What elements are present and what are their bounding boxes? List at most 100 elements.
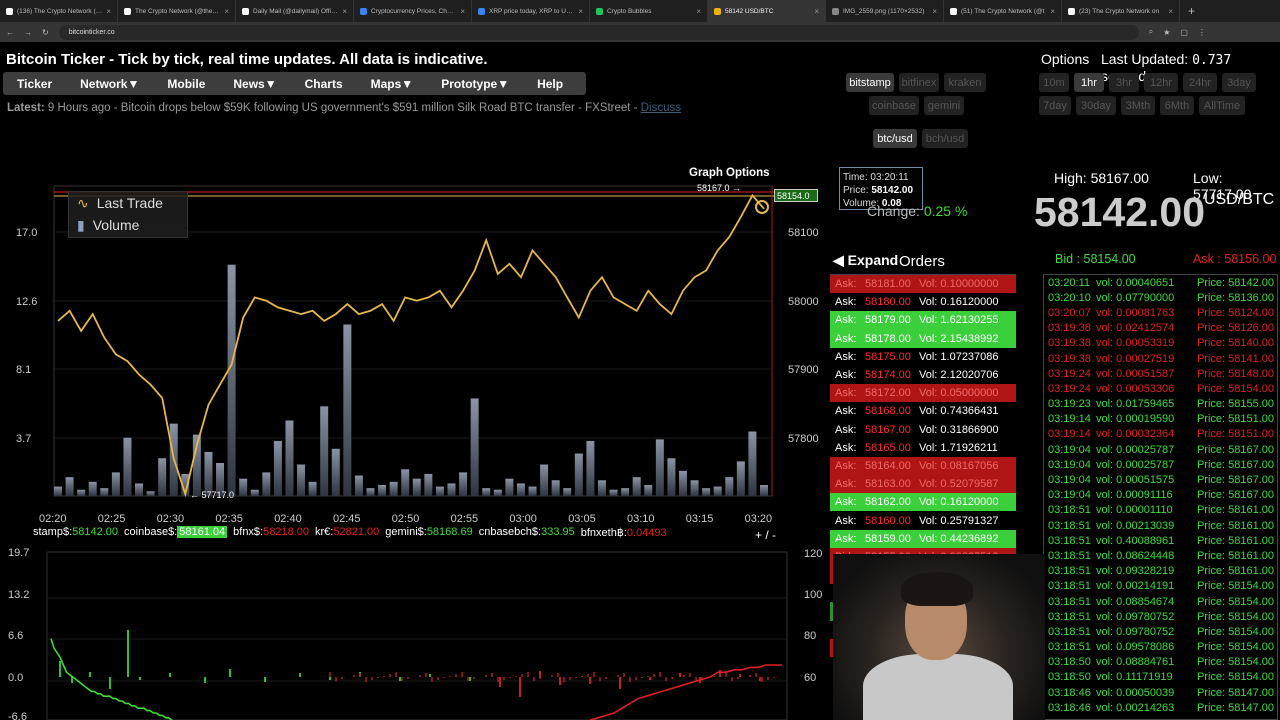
order-row[interactable]: Ask: 58163.00 Vol: 0.52079587 bbox=[830, 475, 1016, 494]
tab-close-icon[interactable]: × bbox=[932, 7, 937, 16]
trade-row[interactable]: 03:19:38 vol: 0.00053319 Price: 58140.00 bbox=[1044, 336, 1277, 351]
trade-row[interactable]: 03:18:50 vol: 0.08884761 Price: 58154.00 bbox=[1044, 655, 1277, 670]
trade-row[interactable]: 03:18:46 vol: 0.00214263 Price: 58147.00 bbox=[1044, 700, 1277, 715]
trade-row[interactable]: 03:19:04 vol: 0.00051575 Price: 58167.00 bbox=[1044, 472, 1277, 487]
browser-tab[interactable]: (51) The Crypto Network (@t × bbox=[944, 0, 1062, 22]
tab-close-icon[interactable]: × bbox=[342, 7, 347, 16]
webcam-person-hair bbox=[901, 572, 973, 606]
volume-bar bbox=[748, 431, 757, 496]
trade-price: Price: 58148.00 bbox=[1196, 367, 1274, 380]
tab-title: XRP price today, XRP to USD bbox=[489, 7, 575, 15]
order-price: 58179.00 bbox=[865, 314, 911, 327]
order-row[interactable]: Ask: 58178.00 Vol: 2.15438992 bbox=[830, 329, 1016, 348]
order-row[interactable]: Ask: 58181.00 Vol: 0.10000000 bbox=[830, 275, 1016, 294]
browser-tab[interactable]: The Crypto Network (@thecry × bbox=[118, 0, 236, 22]
browser-tab[interactable]: Crypto Bubbles × bbox=[590, 0, 708, 22]
trade-row[interactable]: 03:18:51 vol: 0.09780752 Price: 58154.00 bbox=[1044, 624, 1277, 639]
tab-close-icon[interactable]: × bbox=[224, 7, 229, 16]
trade-volume: vol: 0.00027519 bbox=[1096, 352, 1175, 365]
trade-time: 03:19:04 bbox=[1048, 489, 1091, 502]
tab-close-icon[interactable]: × bbox=[578, 7, 583, 16]
tab-close-icon[interactable]: × bbox=[460, 7, 465, 16]
trade-price: Price: 58161.00 bbox=[1196, 549, 1274, 562]
exchange-label: bfnx$: bbox=[233, 526, 264, 538]
order-row[interactable]: Ask: 58174.00 Vol: 2.12020706 bbox=[830, 365, 1016, 385]
trade-row[interactable]: 03:20:07 vol: 0.00081763 Price: 58124.00 bbox=[1044, 305, 1277, 320]
order-row[interactable]: Ask: 58160.00 Vol: 0.25791327 bbox=[830, 511, 1016, 530]
trade-row[interactable]: 03:19:23 vol: 0.01759465 Price: 58155.00 bbox=[1044, 397, 1277, 412]
tab-favicon-icon bbox=[1068, 7, 1075, 15]
trade-row[interactable]: 03:19:14 vol: 0.00032364 Price: 58151.00 bbox=[1044, 427, 1277, 442]
order-row[interactable]: Ask: 58165.00 Vol: 1.71926211 bbox=[830, 438, 1016, 457]
trade-row[interactable]: 03:18:50 vol: 0.11171919 Price: 58154.00 bbox=[1044, 670, 1277, 685]
back-icon[interactable]: ← bbox=[6, 28, 14, 37]
trade-row[interactable]: 03:18:51 vol: 0.08854674 Price: 58154.00 bbox=[1044, 594, 1277, 609]
order-row[interactable]: Ask: 58180.00 Vol: 0.16120000 bbox=[830, 293, 1016, 312]
tab-close-icon[interactable]: × bbox=[696, 7, 701, 16]
y2-tick-label-left: 19.7 bbox=[8, 547, 29, 559]
trade-row[interactable]: 03:19:04 vol: 0.00091116 Price: 58167.00 bbox=[1044, 488, 1277, 503]
zoom-plus-minus[interactable]: + / - bbox=[755, 528, 776, 542]
trade-row[interactable]: 03:18:51 vol: 0.09328219 Price: 58161.00 bbox=[1044, 564, 1277, 579]
order-row[interactable]: Ask: 58159.00 Vol: 0.44236892 bbox=[830, 529, 1016, 548]
url-input[interactable]: bitcointicker.co bbox=[58, 24, 1139, 40]
trade-history[interactable]: 03:20:11 vol: 0.00040651 Price: 58142.00 03… bbox=[1043, 274, 1278, 720]
tab-close-icon[interactable]: × bbox=[1168, 7, 1173, 16]
forward-icon[interactable]: → bbox=[24, 28, 32, 37]
order-row[interactable]: Ask: 58175.00 Vol: 1.07237086 bbox=[830, 347, 1016, 366]
browser-tab[interactable]: (23) The Crypto Network on × bbox=[1062, 0, 1180, 22]
extensions-icon[interactable]: ▢ bbox=[1180, 28, 1188, 37]
order-row[interactable]: Ask: 58168.00 Vol: 0.74366431 bbox=[830, 402, 1016, 421]
trade-row[interactable]: 03:19:24 vol: 0.00051587 Price: 58148.00 bbox=[1044, 366, 1277, 381]
y-tick-label-left: 17.0 bbox=[16, 227, 37, 239]
y-tick-label-right: 57900 bbox=[788, 364, 819, 376]
order-row[interactable]: Ask: 58167.00 Vol: 0.31866900 bbox=[830, 420, 1016, 439]
tab-close-icon[interactable]: × bbox=[1050, 7, 1055, 16]
trade-row[interactable]: 03:19:14 vol: 0.00019590 Price: 58151.00 bbox=[1044, 412, 1277, 427]
tab-close-icon[interactable]: × bbox=[814, 7, 819, 16]
trade-price: Price: 58147.00 bbox=[1196, 686, 1274, 699]
trade-row[interactable]: 03:19:24 vol: 0.00053306 Price: 58154.00 bbox=[1044, 381, 1277, 396]
bookmark-star-icon[interactable]: ★ bbox=[1163, 28, 1170, 37]
webcam-overlay bbox=[833, 554, 1045, 720]
order-row[interactable]: Ask: 58164.00 Vol: 0.08167056 bbox=[830, 456, 1016, 476]
browser-tab[interactable]: Cryptocurrency Prices, Charts × bbox=[354, 0, 472, 22]
tab-close-icon[interactable]: × bbox=[106, 7, 111, 16]
trade-row[interactable]: 03:18:46 vol: 0.00050039 Price: 58147.00 bbox=[1044, 685, 1277, 700]
trade-row[interactable]: 03:18:51 vol: 0.08624448 Price: 58161.00 bbox=[1044, 548, 1277, 563]
graph-options-button[interactable]: Graph Options bbox=[689, 167, 770, 179]
volume-bar bbox=[690, 480, 699, 496]
trade-row[interactable]: 03:19:04 vol: 0.00025787 Price: 58167.00 bbox=[1044, 457, 1277, 472]
trade-row[interactable]: 03:18:51 vol: 0.40088961 Price: 58161.00 bbox=[1044, 533, 1277, 548]
trade-price: Price: 58126.00 bbox=[1196, 322, 1274, 335]
order-row[interactable]: Ask: 58162.00 Vol: 0.16120000 bbox=[830, 493, 1016, 512]
trade-row[interactable]: 03:19:38 vol: 0.00027519 Price: 58141.00 bbox=[1044, 351, 1277, 366]
trade-row[interactable]: 03:18:51 vol: 0.00214191 Price: 58154.00 bbox=[1044, 579, 1277, 594]
reload-icon[interactable]: ↻ bbox=[42, 28, 49, 37]
browser-tab[interactable]: Daily Mail (@dailymail) Officia × bbox=[236, 0, 354, 22]
order-volume: Vol: 0.31866900 bbox=[919, 423, 999, 436]
trade-row[interactable]: 03:18:51 vol: 0.00213039 Price: 58161.00 bbox=[1044, 518, 1277, 533]
legend-last-trade[interactable]: ∿ Last Trade bbox=[69, 192, 187, 214]
order-row[interactable]: Ask: 58179.00 Vol: 1.62130255 bbox=[830, 311, 1016, 330]
volume-bar bbox=[146, 491, 155, 496]
trade-row[interactable]: 03:20:10 vol: 0.07790000 Price: 58136.00 bbox=[1044, 290, 1277, 305]
browser-tab[interactable]: IMG_2559.png (1170×2532) × bbox=[826, 0, 944, 22]
trade-row[interactable]: 03:19:04 vol: 0.00025787 Price: 58167.00 bbox=[1044, 442, 1277, 457]
browser-tab[interactable]: XRP price today, XRP to USD × bbox=[472, 0, 590, 22]
browser-tab[interactable]: (136) The Crypto Network (@t × bbox=[0, 0, 118, 22]
trade-row[interactable]: 03:20:11 vol: 0.00040651 Price: 58142.00 bbox=[1044, 275, 1277, 290]
zoom-icon[interactable]: ⌕ bbox=[1149, 27, 1153, 37]
order-row[interactable]: Ask: 58172.00 Vol: 0.05000000 bbox=[830, 384, 1016, 403]
browser-tab[interactable]: 58142 USD/BTC × bbox=[708, 0, 826, 22]
expand-orders-button[interactable]: ◀ Expand bbox=[833, 252, 898, 269]
menu-icon[interactable]: ⋮ bbox=[1198, 28, 1206, 37]
legend-volume[interactable]: ▮ Volume bbox=[69, 214, 187, 236]
trade-row[interactable]: 03:18:51 vol: 0.09780752 Price: 58154.00 bbox=[1044, 609, 1277, 624]
new-tab-icon[interactable]: + bbox=[1180, 4, 1195, 18]
trade-row[interactable]: 03:19:38 vol: 0.02412574 Price: 58126.00 bbox=[1044, 321, 1277, 336]
trade-time: 03:18:50 bbox=[1048, 656, 1091, 669]
trade-time: 03:18:51 bbox=[1048, 580, 1091, 593]
trade-row[interactable]: 03:18:51 vol: 0.00001110 Price: 58161.00 bbox=[1044, 503, 1277, 518]
trade-row[interactable]: 03:18:51 vol: 0.09578086 Price: 58154.00 bbox=[1044, 640, 1277, 655]
